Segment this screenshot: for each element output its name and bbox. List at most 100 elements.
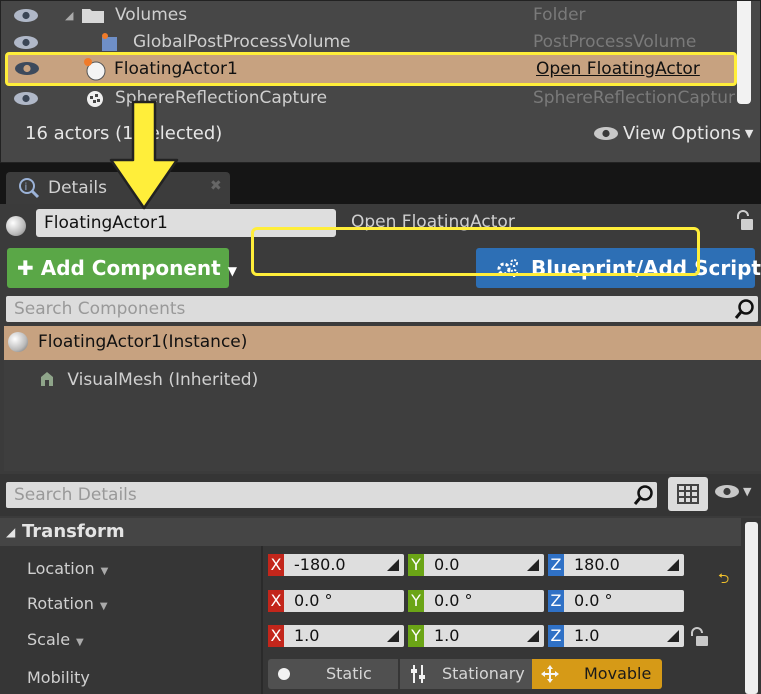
scale-y-value: 1.0	[434, 626, 460, 645]
chevron-down-icon: ▼	[100, 566, 109, 577]
close-icon[interactable]: ✖	[210, 178, 222, 194]
mobility-stationary-button[interactable]: Stationary	[400, 659, 532, 689]
outliner-row-name: FloatingActor1	[114, 59, 238, 79]
component-label: VisualMesh (Inherited)	[67, 370, 259, 390]
axis-x-label: X	[268, 554, 284, 576]
rotation-label: Rotation	[27, 594, 94, 613]
component-visualmesh[interactable]: VisualMesh (Inherited)	[38, 370, 258, 390]
eye-icon	[594, 127, 618, 140]
eye-icon[interactable]	[13, 91, 39, 106]
axis-x-label: X	[268, 590, 284, 612]
outliner-row-type: SphereReflectionCaptur	[533, 88, 735, 108]
rotation-z-value: 0.0 °	[574, 591, 613, 610]
column-divider[interactable]	[261, 546, 263, 694]
drag-grip-icon[interactable]	[667, 559, 679, 571]
details-scrollbar[interactable]	[745, 522, 758, 694]
search-details-placeholder: Search Details	[14, 485, 137, 505]
outliner-row-type: Folder	[533, 5, 586, 25]
search-components-placeholder: Search Components	[14, 299, 186, 319]
lock-icon[interactable]	[688, 626, 710, 648]
view-options-button[interactable]: ▼	[714, 484, 751, 499]
tab-details-label: Details	[48, 178, 107, 198]
location-x-value: -180.0	[294, 555, 346, 574]
search-components-input[interactable]: Search Components	[6, 296, 758, 322]
location-label: Location	[27, 559, 95, 578]
stationary-icon	[411, 665, 425, 683]
mobility-static-button[interactable]: Static	[268, 659, 398, 689]
drag-grip-icon[interactable]	[667, 630, 679, 642]
location-highlight-box	[251, 227, 700, 276]
rotation-z-field[interactable]: 0.0 °	[564, 590, 684, 612]
drag-grip-icon[interactable]	[387, 630, 399, 642]
eye-icon	[715, 485, 739, 498]
search-icon[interactable]	[633, 484, 655, 506]
actor-sphere-icon	[8, 332, 28, 352]
component-floatingactor1-instance[interactable]: FloatingActor1(Instance)	[4, 326, 761, 360]
axis-y-label: Y	[408, 625, 424, 647]
mobility-movable-button[interactable]: Movable	[532, 659, 662, 689]
scale-label-button[interactable]: Scale ▼	[27, 630, 84, 649]
scale-x-value: 1.0	[294, 626, 320, 645]
location-z-value: 180.0	[574, 555, 620, 574]
component-label: FloatingActor1(Instance)	[38, 332, 248, 352]
chevron-down-icon: ▼	[227, 264, 237, 278]
open-floatingactor-link[interactable]: Open FloatingActor	[536, 55, 700, 83]
add-component-button[interactable]: ✚ Add Component ▼	[7, 248, 237, 288]
mobility-label: Mobility	[27, 668, 90, 687]
chevron-down-icon: ▼	[743, 485, 752, 498]
rotation-label-button[interactable]: Rotation ▼	[27, 594, 108, 613]
location-z-field[interactable]: 180.0	[564, 554, 684, 576]
property-matrix-button[interactable]	[668, 477, 708, 511]
mobility-movable-label: Movable	[584, 664, 652, 683]
outliner-scrollbar[interactable]	[737, 1, 751, 104]
reset-arrow-icon[interactable]: ⮌	[718, 568, 729, 592]
post-process-icon	[102, 33, 117, 51]
actor-sphere-icon	[84, 58, 106, 81]
rotation-x-value: 0.0 °	[294, 591, 333, 610]
scale-vector: X 1.0 Y 1.0 Z 1.0	[268, 625, 688, 647]
details-icon: i	[19, 178, 40, 199]
scale-z-value: 1.0	[574, 626, 600, 645]
mobility-selector: Static Stationary Movable	[268, 659, 662, 689]
axis-x-label: X	[268, 625, 284, 647]
view-options-button[interactable]: View Options ▼	[593, 123, 753, 144]
rotation-y-value: 0.0 °	[434, 591, 473, 610]
plus-icon: ✚	[17, 256, 34, 280]
eye-icon[interactable]	[13, 35, 39, 50]
location-y-field[interactable]: 0.0	[424, 554, 544, 576]
transform-header-label: Transform	[22, 521, 125, 542]
mesh-icon	[41, 372, 53, 386]
axis-z-label: Z	[548, 625, 564, 647]
drag-grip-icon[interactable]	[527, 630, 539, 642]
transform-category-header[interactable]: ◢ Transform	[0, 518, 741, 546]
drag-grip-icon[interactable]	[527, 559, 539, 571]
outliner-row-name: Volumes	[115, 5, 188, 25]
location-label-button[interactable]: Location ▼	[27, 559, 108, 578]
search-icon[interactable]	[734, 298, 756, 320]
scale-y-field[interactable]: 1.0	[424, 625, 544, 647]
location-x-field[interactable]: -180.0	[284, 554, 404, 576]
location-vector: X -180.0 Y 0.0 Z 180.0	[268, 554, 688, 576]
eye-icon[interactable]	[13, 8, 39, 23]
details-panel: FloatingActor1 Open FloatingActor ✚ Add …	[0, 204, 761, 694]
lock-icon[interactable]	[734, 210, 754, 232]
search-details-input[interactable]: Search Details	[6, 482, 657, 508]
details-toolbar: Search Details ▼	[0, 474, 761, 516]
actor-sphere-icon	[6, 216, 26, 236]
collapse-arrow-icon: ◢	[6, 525, 16, 539]
scale-z-field[interactable]: 1.0	[564, 625, 684, 647]
outliner-row-volumes[interactable]: ◢ Volumes Folder	[1, 2, 734, 29]
mobility-static-label: Static	[326, 664, 372, 683]
outliner-row-floatingactor1[interactable]: FloatingActor1 Open FloatingActor	[5, 52, 737, 86]
rotation-y-field[interactable]: 0.0 °	[424, 590, 544, 612]
axis-z-label: Z	[548, 554, 564, 576]
scale-x-field[interactable]: 1.0	[284, 625, 404, 647]
eye-icon[interactable]	[14, 61, 40, 76]
folder-icon	[82, 9, 104, 23]
expand-arrow-icon[interactable]: ◢	[65, 2, 73, 29]
axis-y-label: Y	[408, 554, 424, 576]
rotation-x-field[interactable]: 0.0 °	[284, 590, 404, 612]
location-y-value: 0.0	[434, 555, 460, 574]
drag-grip-icon[interactable]	[387, 559, 399, 571]
chevron-down-icon: ▼	[744, 127, 754, 140]
